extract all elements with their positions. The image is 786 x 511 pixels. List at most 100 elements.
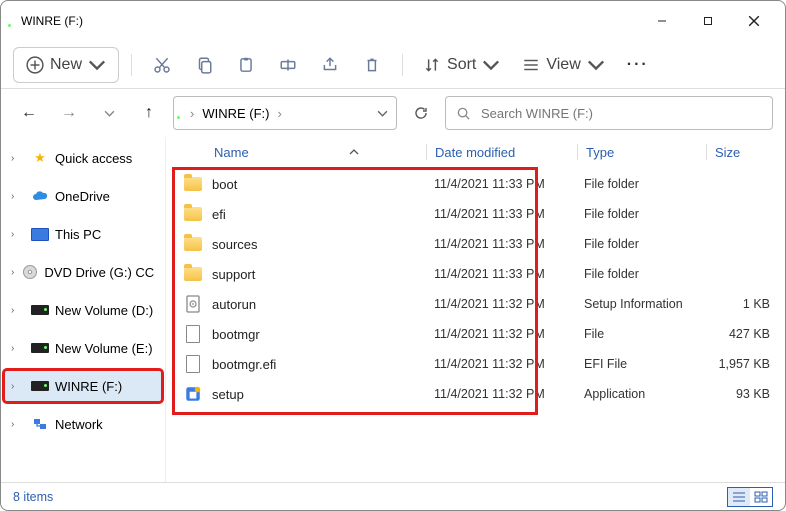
sidebar-item-label: WINRE (F:) xyxy=(55,379,122,394)
up-button[interactable]: ↑ xyxy=(133,97,165,129)
file-row[interactable]: bootmgr.efi11/4/2021 11:32 PMEFI File1,9… xyxy=(166,349,785,379)
file-date: 11/4/2021 11:33 PM xyxy=(426,207,576,221)
pc-icon xyxy=(31,225,49,243)
sidebar: › ★ Quick access › OneDrive › This PC › … xyxy=(1,137,165,482)
sidebar-item-network[interactable]: › Network xyxy=(5,409,161,439)
file-icon xyxy=(184,175,202,193)
sidebar-item-this-pc[interactable]: › This PC xyxy=(5,219,161,249)
sort-label: Sort xyxy=(447,56,476,74)
sidebar-item-new-volume-d[interactable]: › New Volume (D:) xyxy=(5,295,161,325)
file-row[interactable]: setup11/4/2021 11:32 PMApplication93 KB xyxy=(166,379,785,409)
refresh-button[interactable] xyxy=(405,97,437,129)
sort-asc-icon xyxy=(349,149,359,155)
file-date: 11/4/2021 11:33 PM xyxy=(426,237,576,251)
more-button[interactable]: ··· xyxy=(619,47,657,83)
file-name: setup xyxy=(212,387,244,402)
view-button[interactable]: View xyxy=(514,47,612,83)
breadcrumb-separator-icon: › xyxy=(278,106,282,121)
file-icon xyxy=(184,205,202,223)
file-row[interactable]: bootmgr11/4/2021 11:32 PMFile427 KB xyxy=(166,319,785,349)
minimize-button[interactable] xyxy=(639,5,685,37)
sidebar-item-new-volume-e[interactable]: › New Volume (E:) xyxy=(5,333,161,363)
back-button[interactable]: ← xyxy=(13,97,45,129)
close-button[interactable] xyxy=(731,5,777,37)
share-button[interactable] xyxy=(312,47,348,83)
sidebar-item-label: Network xyxy=(55,417,103,432)
file-row[interactable]: support11/4/2021 11:33 PMFile folder xyxy=(166,259,785,289)
file-row[interactable]: autorun11/4/2021 11:32 PMSetup Informati… xyxy=(166,289,785,319)
sidebar-item-label: DVD Drive (G:) CCCOMA_X64FRE_EN-US_DV9 xyxy=(44,265,155,280)
sidebar-item-winre-f[interactable]: › WINRE (F:) xyxy=(5,371,161,401)
navbar: ← → ↑ › WINRE (F:) › xyxy=(1,89,785,137)
file-list[interactable]: boot11/4/2021 11:33 PMFile folderefi11/4… xyxy=(166,167,785,482)
sidebar-item-label: New Volume (E:) xyxy=(55,341,153,356)
paste-button[interactable] xyxy=(228,47,264,83)
titlebar[interactable]: WINRE (F:) xyxy=(1,1,785,41)
file-icon xyxy=(184,265,202,283)
file-date: 11/4/2021 11:32 PM xyxy=(426,387,576,401)
file-size: 1 KB xyxy=(704,297,774,311)
file-type: Application xyxy=(576,387,704,401)
chevron-right-icon: › xyxy=(11,191,25,202)
maximize-button[interactable] xyxy=(685,5,731,37)
delete-button[interactable] xyxy=(354,47,390,83)
toolbar: New Sort View ··· xyxy=(1,41,785,89)
file-date: 11/4/2021 11:33 PM xyxy=(426,177,576,191)
column-header-name[interactable]: Name xyxy=(166,145,426,160)
rename-icon xyxy=(279,56,297,74)
details-view-button[interactable] xyxy=(728,488,750,506)
search-box[interactable] xyxy=(445,96,773,130)
drive-icon xyxy=(31,339,49,357)
view-label: View xyxy=(546,56,580,74)
search-input[interactable] xyxy=(479,105,762,122)
breadcrumb-location[interactable]: WINRE (F:) xyxy=(202,106,269,121)
file-name: bootmgr xyxy=(212,327,260,342)
sort-button[interactable]: Sort xyxy=(415,47,508,83)
sidebar-item-label: OneDrive xyxy=(55,189,110,204)
window-title: WINRE (F:) xyxy=(21,14,83,28)
view-mode-toggle xyxy=(727,487,773,507)
sidebar-item-dvd-drive[interactable]: › DVD Drive (G:) CCCOMA_X64FRE_EN-US_DV9 xyxy=(5,257,161,287)
breadcrumb-separator-icon: › xyxy=(190,106,194,121)
file-icon xyxy=(184,355,202,373)
file-type: Setup Information xyxy=(576,297,704,311)
sidebar-item-onedrive[interactable]: › OneDrive xyxy=(5,181,161,211)
sidebar-item-quick-access[interactable]: › ★ Quick access xyxy=(5,143,161,173)
file-row[interactable]: sources11/4/2021 11:33 PMFile folder xyxy=(166,229,785,259)
cloud-icon xyxy=(31,187,49,205)
chevron-down-icon[interactable] xyxy=(377,110,388,117)
chevron-right-icon: › xyxy=(11,153,25,164)
address-bar[interactable]: › WINRE (F:) › xyxy=(173,96,397,130)
recent-button[interactable] xyxy=(93,97,125,129)
column-header-date[interactable]: Date modified xyxy=(427,145,577,160)
chevron-down-icon xyxy=(88,56,106,74)
forward-button[interactable]: → xyxy=(53,97,85,129)
new-button[interactable]: New xyxy=(13,47,119,83)
file-icon xyxy=(184,325,202,343)
file-row[interactable]: boot11/4/2021 11:33 PMFile folder xyxy=(166,169,785,199)
copy-button[interactable] xyxy=(186,47,222,83)
share-icon xyxy=(321,56,339,74)
file-name: sources xyxy=(212,237,258,252)
column-headers: Name Date modified Type Size xyxy=(166,137,785,167)
thumbnails-view-button[interactable] xyxy=(750,488,772,506)
status-item-count: 8 items xyxy=(13,490,53,504)
column-header-size[interactable]: Size xyxy=(707,145,777,160)
chevron-down-icon xyxy=(587,56,605,74)
file-type: File folder xyxy=(576,267,704,281)
cut-button[interactable] xyxy=(144,47,180,83)
file-type: File folder xyxy=(576,207,704,221)
content: › ★ Quick access › OneDrive › This PC › … xyxy=(1,137,785,482)
file-name: boot xyxy=(212,177,237,192)
status-bar: 8 items xyxy=(1,482,785,510)
chevron-right-icon: › xyxy=(11,267,16,278)
column-header-type[interactable]: Type xyxy=(578,145,706,160)
disc-icon xyxy=(22,263,38,281)
rename-button[interactable] xyxy=(270,47,306,83)
drive-icon xyxy=(31,301,49,319)
chevron-right-icon: › xyxy=(11,229,25,240)
file-size: 1,957 KB xyxy=(704,357,774,371)
file-row[interactable]: efi11/4/2021 11:33 PMFile folder xyxy=(166,199,785,229)
chevron-right-icon: › xyxy=(11,381,25,392)
copy-icon xyxy=(195,56,213,74)
